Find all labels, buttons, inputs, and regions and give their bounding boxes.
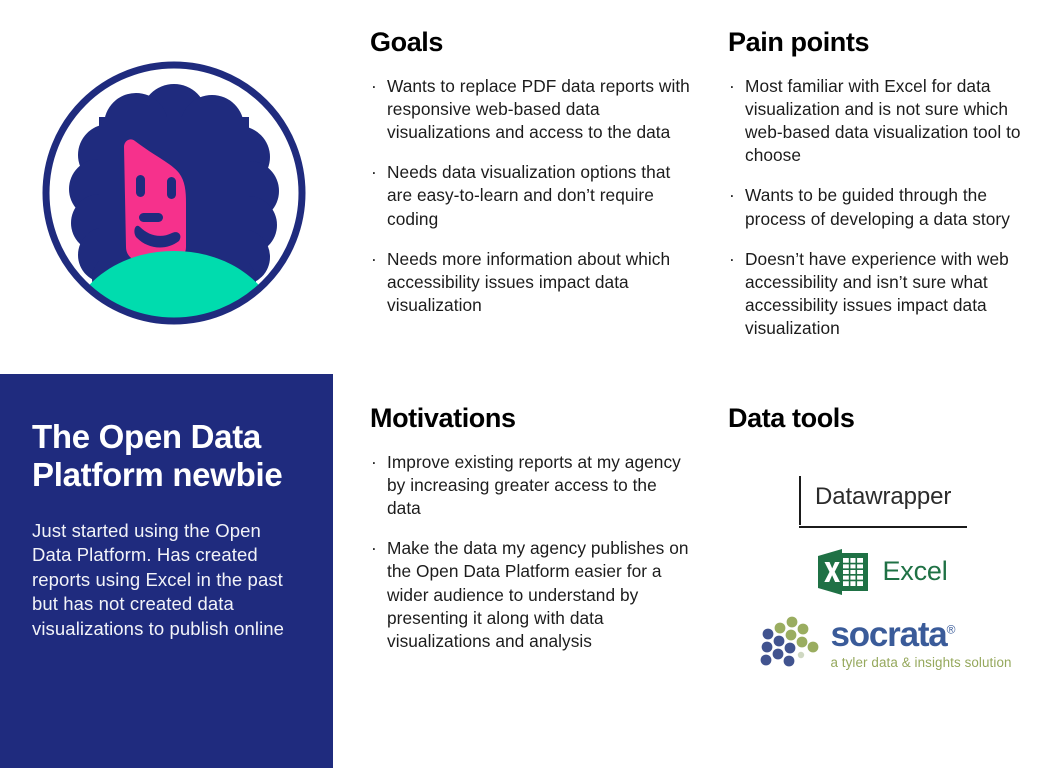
excel-icon bbox=[818, 548, 869, 595]
pain-points-heading: Pain points bbox=[728, 27, 870, 57]
persona-identity-panel: The Open Data Platform newbie Just start… bbox=[0, 374, 333, 768]
bullet-icon: · bbox=[371, 248, 377, 269]
motivations-list: · Improve existing reports at my agency … bbox=[370, 451, 690, 653]
list-item-text: Most familiar with Excel for data visual… bbox=[745, 75, 1021, 166]
list-item: · Needs more information about which acc… bbox=[370, 248, 690, 318]
list-item-text: Make the data my agency publishes on the… bbox=[387, 538, 689, 651]
bullet-icon: · bbox=[371, 75, 377, 96]
goals-heading: Goals bbox=[370, 27, 444, 57]
data-tools-logo-list: Datawrapper Excel socrata® a tyler data … bbox=[728, 475, 1038, 672]
bullet-icon: · bbox=[371, 451, 377, 472]
excel-logo-text: Excel bbox=[882, 556, 948, 587]
persona-card: The Open Data Platform newbie Just start… bbox=[0, 0, 1053, 768]
mouth bbox=[139, 213, 163, 222]
goals-list: · Wants to replace PDF data reports with… bbox=[370, 75, 690, 318]
list-item: · Most familiar with Excel for data visu… bbox=[728, 75, 1048, 168]
section-data-tools: Data tools Datawrapper Excel socrata® a … bbox=[728, 403, 1048, 672]
bullet-icon: · bbox=[371, 538, 377, 559]
list-item-text: Doesn’t have experience with web accessi… bbox=[745, 248, 1009, 339]
section-goals: Goals · Wants to replace PDF data report… bbox=[370, 27, 690, 318]
list-item: · Doesn’t have experience with web acces… bbox=[728, 248, 1048, 341]
bullet-icon: · bbox=[371, 162, 377, 183]
person-avatar-illustration bbox=[42, 61, 306, 325]
bullet-icon: · bbox=[729, 185, 735, 206]
list-item: · Wants to be guided through the process… bbox=[728, 184, 1048, 230]
list-item-text: Wants to replace PDF data reports with r… bbox=[387, 75, 690, 143]
datawrapper-axis-vertical-icon bbox=[799, 475, 801, 525]
avatar bbox=[36, 55, 312, 331]
motivations-heading: Motivations bbox=[370, 403, 516, 433]
list-item-text: Needs data visualization options that ar… bbox=[387, 162, 671, 229]
socrata-logo: socrata® a tyler data & insights solutio… bbox=[754, 616, 1011, 672]
bullet-icon: · bbox=[729, 75, 735, 96]
section-pain-points: Pain points · Most familiar with Excel f… bbox=[728, 27, 1048, 341]
persona-title: The Open Data Platform newbie bbox=[32, 418, 283, 494]
list-item: · Improve existing reports at my agency … bbox=[370, 451, 690, 521]
eye-right bbox=[167, 177, 176, 199]
eye-left bbox=[136, 175, 145, 197]
list-item-text: Needs more information about which acces… bbox=[387, 248, 671, 316]
section-motivations: Motivations · Improve existing reports a… bbox=[370, 403, 690, 653]
list-item: · Needs data visualization options that … bbox=[370, 161, 690, 231]
datawrapper-axis-horizontal-icon bbox=[799, 525, 967, 528]
datawrapper-logo: Datawrapper bbox=[799, 475, 967, 528]
persona-description: Just started using the Open Data Platfor… bbox=[32, 519, 285, 639]
list-item-text: Improve existing reports at my agency by… bbox=[387, 451, 681, 519]
datawrapper-logo-text: Datawrapper bbox=[815, 482, 952, 510]
registered-mark-icon: ® bbox=[946, 622, 956, 637]
socrata-logo-text: socrata® bbox=[830, 617, 1011, 652]
data-tools-heading: Data tools bbox=[728, 403, 855, 433]
bullet-icon: · bbox=[729, 248, 735, 269]
list-item: · Make the data my agency publishes on t… bbox=[370, 537, 690, 653]
socrata-tagline: a tyler data & insights solution bbox=[830, 654, 1012, 670]
excel-logo: Excel bbox=[818, 546, 948, 598]
list-item: · Wants to replace PDF data reports with… bbox=[370, 75, 690, 145]
list-item-text: Wants to be guided through the process o… bbox=[745, 185, 1010, 229]
socrata-dots-icon bbox=[761, 616, 819, 667]
pain-points-list: · Most familiar with Excel for data visu… bbox=[728, 75, 1048, 341]
socrata-wordmark: socrata® a tyler data & insights solutio… bbox=[830, 617, 1011, 671]
socrata-name: socrata bbox=[830, 614, 947, 654]
